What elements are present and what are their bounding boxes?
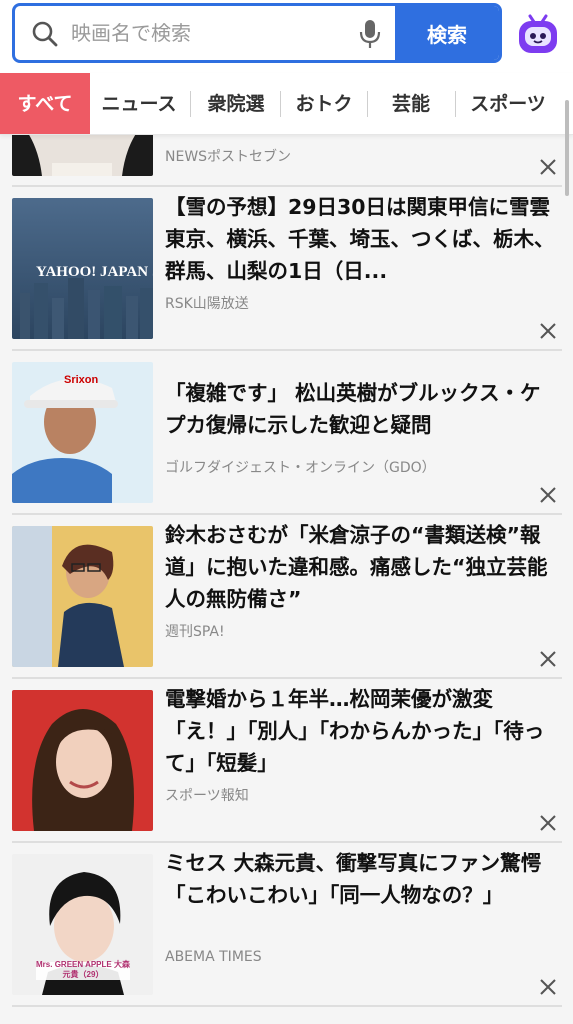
news-card[interactable]: NEWSポストセブン: [0, 135, 573, 187]
article-title: 鈴木おさむが「米倉涼子の“書類送検”報道」に抱いた違和感。痛感した“独立芸能人の…: [165, 523, 548, 611]
news-card[interactable]: Mrs. GREEN APPLE 大森元貴（29） ミセス 大森元貴、衝撃写真に…: [0, 843, 573, 1024]
article-thumbnail: [12, 135, 153, 176]
article-title: 【雪の予想】29日30日は関東甲信に雪雲 東京、横浜、千葉、埼玉、つくば、栃木、…: [165, 195, 555, 283]
close-icon[interactable]: [538, 649, 558, 669]
article-title: 電撃婚から１年半…松岡茉優が激変「え！」「別人」「わからんかった」「待って」「短…: [165, 687, 545, 775]
search-input[interactable]: [71, 6, 351, 60]
divider: [12, 1005, 562, 1007]
article-source: スポーツ報知: [165, 788, 249, 804]
close-icon[interactable]: [538, 321, 558, 341]
scrollbar[interactable]: [565, 100, 569, 196]
tab-deals[interactable]: おトク: [281, 73, 367, 134]
article-source: NEWSポストセブン: [165, 149, 292, 165]
search-icon: [32, 21, 58, 47]
news-feed: NEWSポストセブン YAHOO! JAPAN ニュース 【雪の予想】29日30…: [0, 135, 573, 1024]
article-title: 「複雑です」 松山英樹がブルックス・ケプカ復帰に示した歓迎と疑問: [165, 381, 541, 437]
article-source: 週刊SPA!: [165, 624, 225, 640]
article-source: RSK山陽放送: [165, 296, 249, 312]
news-card[interactable]: YAHOO! JAPAN ニュース 【雪の予想】29日30日は関東甲信に雪雲 東…: [0, 187, 573, 351]
article-thumbnail: Srixon: [12, 362, 153, 503]
article-thumbnail: Mrs. GREEN APPLE 大森元貴（29）: [12, 854, 153, 995]
thumbnail-logo-text: YAHOO! JAPAN ニュース: [36, 264, 153, 280]
article-thumbnail: YAHOO! JAPAN ニュース: [12, 198, 153, 339]
article-thumbnail: [12, 526, 153, 667]
tab-sports[interactable]: スポーツ: [456, 73, 560, 134]
close-icon[interactable]: [538, 157, 558, 177]
article-title: ミセス 大森元貴、衝撃写真にファン驚愕「こわいこわい」「同一人物なの？」: [165, 851, 542, 907]
search-bar: 検索: [12, 3, 502, 63]
news-card[interactable]: 鈴木おさむが「米倉涼子の“書類送検”報道」に抱いた違和感。痛感した“独立芸能人の…: [0, 515, 573, 679]
close-icon[interactable]: [538, 485, 558, 505]
tab-entertainment[interactable]: 芸能: [368, 73, 454, 134]
article-source: ABEMA TIMES: [165, 949, 262, 965]
tab-all[interactable]: すべて: [0, 73, 90, 134]
article-source: ゴルフダイジェスト・オンライン（GDO）: [165, 460, 436, 476]
close-icon[interactable]: [538, 813, 558, 833]
tab-election[interactable]: 衆院選: [191, 73, 281, 134]
news-card[interactable]: Srixon 「複雑です」 松山英樹がブルックス・ケプカ復帰に示した歓迎と疑問 …: [0, 351, 573, 515]
cap-logo-text: Srixon: [64, 374, 99, 386]
caption-text: Mrs. GREEN APPLE 大森元貴（29）: [36, 960, 130, 979]
search-button[interactable]: 検索: [395, 6, 499, 60]
category-tabs: すべて ニュース 衆院選 おトク 芸能 スポーツ: [0, 73, 573, 135]
news-card[interactable]: 電撃婚から１年半…松岡茉優が激変「え！」「別人」「わからんかった」「待って」「短…: [0, 679, 573, 843]
tab-news[interactable]: ニュース: [90, 73, 188, 134]
microphone-icon[interactable]: [357, 18, 383, 50]
close-icon[interactable]: [538, 977, 558, 997]
article-thumbnail: [12, 690, 153, 831]
mascot-app-icon[interactable]: [514, 10, 562, 58]
